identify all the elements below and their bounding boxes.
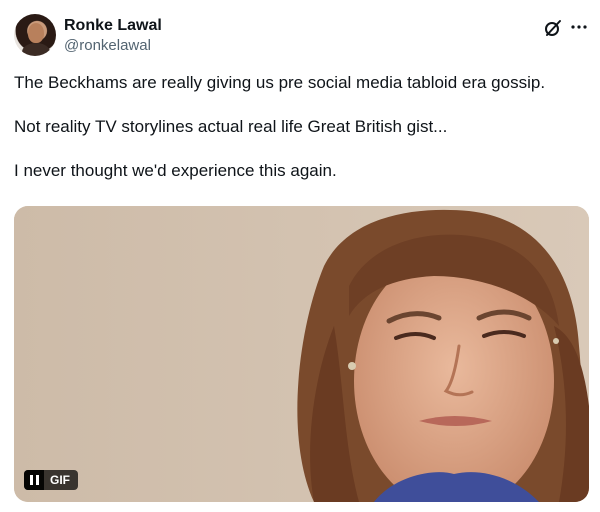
author-display-name[interactable]: Ronke Lawal	[64, 16, 162, 36]
gif-frame-image	[14, 206, 589, 502]
pause-icon[interactable]	[24, 470, 44, 490]
tweet-paragraph: The Beckhams are really giving us pre so…	[14, 73, 546, 92]
author-handle[interactable]: @ronkelawal	[64, 36, 151, 56]
tweet-card: Ronke Lawal @ronkelawal The Beckhams are…	[0, 0, 600, 512]
grok-icon[interactable]	[543, 18, 563, 38]
gif-media[interactable]: GIF	[14, 206, 589, 502]
avatar-body	[22, 43, 50, 56]
avatar[interactable]	[14, 14, 56, 56]
gif-label: GIF	[50, 473, 70, 487]
tweet-paragraph: Not reality TV storylines actual real li…	[14, 117, 448, 136]
tweet-paragraph: I never thought we'd experience this aga…	[14, 161, 337, 180]
gif-badge[interactable]: GIF	[24, 470, 78, 490]
more-icon[interactable]	[569, 17, 589, 37]
tweet-text: The Beckhams are really giving us pre so…	[14, 72, 589, 204]
avatar-face	[28, 23, 44, 43]
